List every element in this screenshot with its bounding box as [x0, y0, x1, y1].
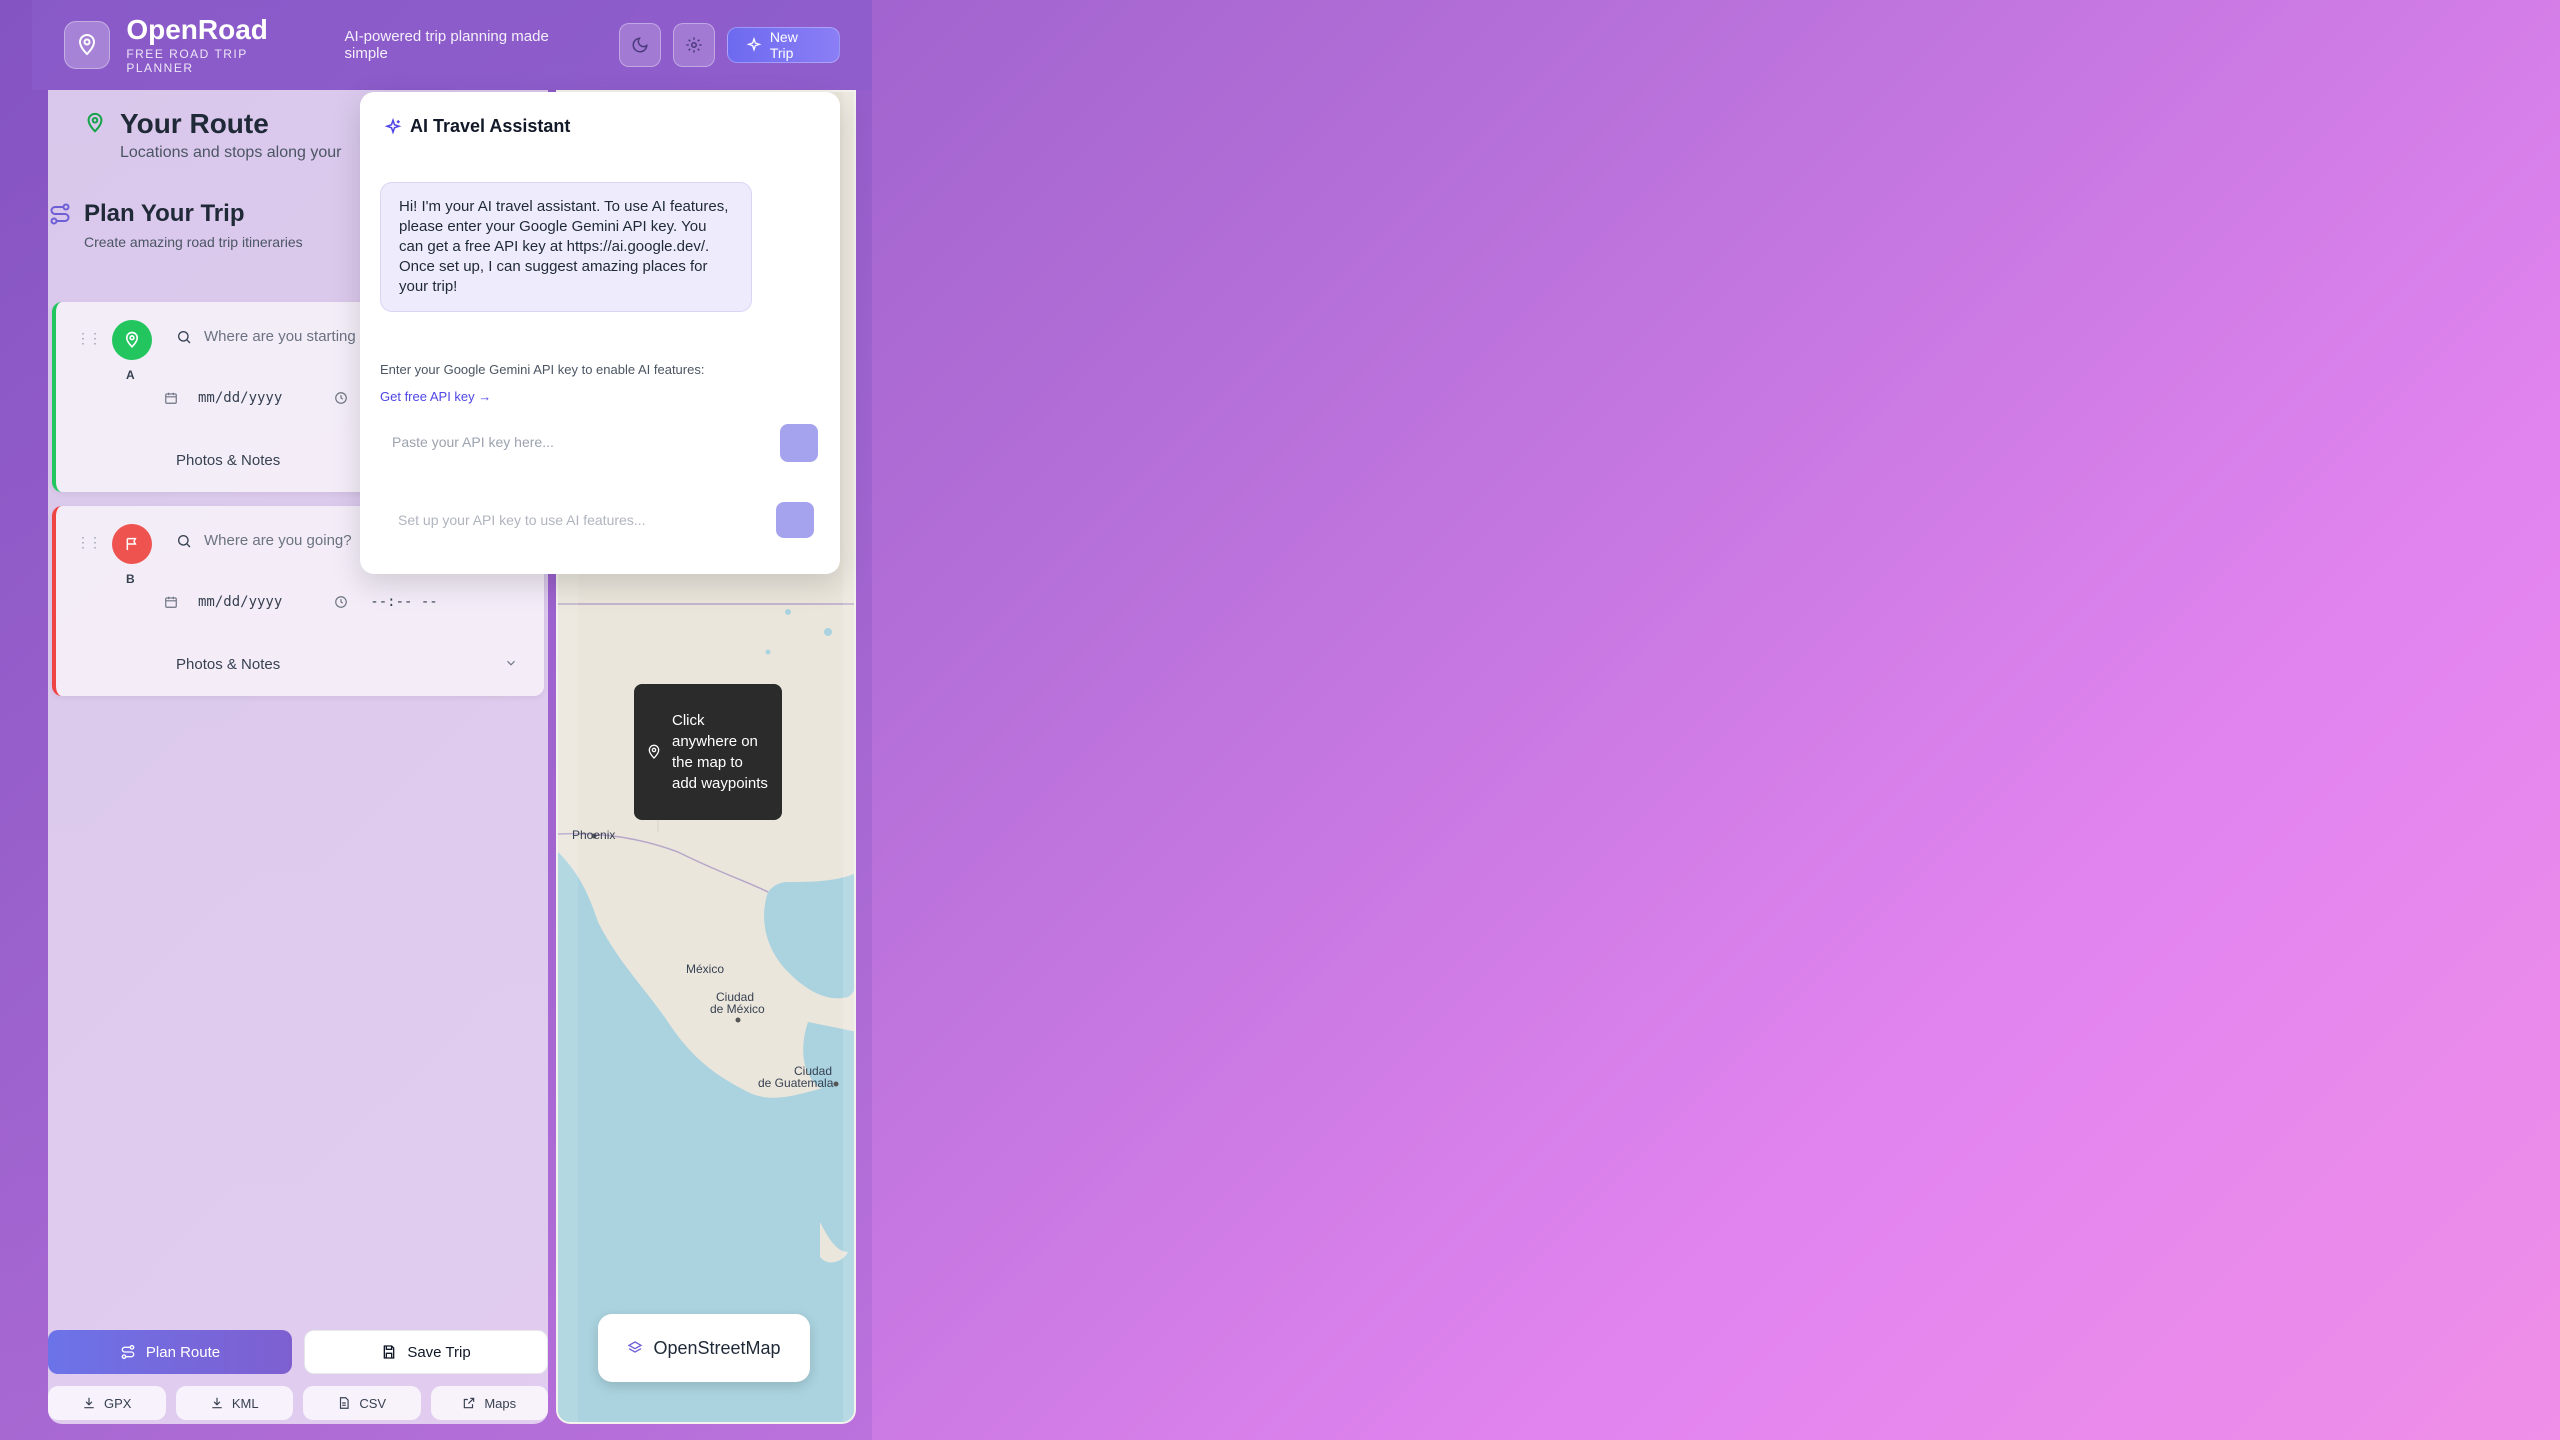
app-frame: OpenRoad FREE ROAD TRIP PLANNER AI-power…	[0, 0, 872, 1440]
export-gpx-button[interactable]: GPX	[48, 1386, 166, 1420]
search-placeholder: Where are you starting f	[204, 328, 365, 345]
clock-icon	[334, 391, 348, 405]
plan-route-button[interactable]: Plan Route	[48, 1330, 292, 1374]
time-value[interactable]: --:-- --	[370, 594, 437, 610]
stop-search-input[interactable]: Where are you starting f	[176, 328, 364, 345]
moon-icon	[631, 36, 649, 54]
plan-subtitle: Create amazing road trip itineraries	[84, 234, 303, 250]
send-message-button[interactable]	[776, 502, 814, 538]
route-icon	[48, 202, 72, 226]
header-actions: New Trip	[619, 23, 840, 67]
map-label-ciudad-guatemala-2: de Guatemala	[758, 1076, 834, 1090]
map-label-ciudad-mexico-2: de México	[710, 1002, 765, 1016]
route-subtitle: Locations and stops along your	[120, 144, 342, 161]
export-row: GPX KML CSV Maps	[48, 1386, 548, 1420]
route-icon	[120, 1344, 136, 1360]
api-key-prompt: Enter your Google Gemini API key to enab…	[380, 362, 705, 377]
ai-panel-title: AI Travel Assistant	[410, 116, 571, 136]
logo[interactable]	[64, 21, 111, 69]
calendar-icon	[164, 595, 178, 609]
save-icon	[381, 1344, 397, 1360]
api-key-input[interactable]	[380, 422, 816, 462]
plan-route-label: Plan Route	[145, 1343, 221, 1361]
photos-notes-toggle[interactable]: Photos & Notes	[176, 452, 280, 469]
export-kml-button[interactable]: KML	[175, 1386, 293, 1420]
map-label-mexico: México	[686, 962, 725, 976]
drag-handle-icon[interactable]: ⋮⋮	[76, 534, 102, 551]
export-label: KML	[231, 1395, 259, 1411]
export-label: CSV	[359, 1395, 387, 1411]
gear-icon	[685, 36, 703, 54]
search-icon	[176, 329, 192, 345]
clock-icon	[334, 595, 348, 609]
export-label: GPX	[104, 1395, 132, 1411]
date-value: mm/dd/yyyy	[198, 594, 283, 610]
date-input[interactable]: mm/dd/yyyy --:-- --	[164, 594, 438, 610]
date-value: mm/dd/yyyy	[198, 390, 283, 406]
plan-title: Plan Your Trip	[84, 200, 245, 227]
route-title: Your Route	[120, 108, 269, 139]
chevron-down-icon[interactable]	[504, 656, 518, 670]
route-pin-icon	[84, 112, 106, 134]
search-placeholder: Where are you going?	[204, 532, 352, 549]
date-input[interactable]: mm/dd/yyyy	[164, 390, 348, 406]
save-trip-button[interactable]: Save Trip	[304, 1330, 548, 1374]
map-hint-tooltip: Click anywhere on the map to add waypoin…	[634, 684, 782, 820]
new-trip-label: New Trip	[769, 29, 798, 61]
ai-chat-input[interactable]	[380, 500, 760, 540]
save-trip-label: Save Trip	[407, 1343, 471, 1361]
calendar-icon	[164, 391, 178, 405]
download-icon	[210, 1396, 224, 1410]
save-api-key-button[interactable]	[780, 424, 818, 462]
map-pin-icon	[646, 744, 662, 760]
photos-notes-toggle[interactable]: Photos & Notes	[176, 656, 280, 673]
ai-message-bubble: Hi! I'm your AI travel assistant. To use…	[380, 182, 752, 312]
export-label: Maps	[484, 1395, 517, 1411]
settings-button[interactable]	[672, 23, 715, 67]
download-icon	[82, 1396, 96, 1410]
brand-name: OpenRoad	[126, 14, 268, 45]
map-label-phoenix: Phoenix	[572, 828, 616, 842]
open-in-maps-button[interactable]: Maps	[430, 1386, 548, 1420]
stop-letter: A	[126, 368, 135, 382]
app-header: OpenRoad FREE ROAD TRIP PLANNER AI-power…	[32, 0, 872, 90]
get-api-key-link[interactable]: Get free API key →	[380, 389, 491, 404]
sparkles-icon	[384, 118, 402, 136]
sparkles-icon	[746, 37, 762, 53]
map-pin-icon	[75, 33, 99, 57]
external-link-icon	[462, 1396, 476, 1410]
start-pin-icon	[112, 320, 152, 360]
search-icon	[176, 533, 192, 549]
drag-handle-icon[interactable]: ⋮⋮	[76, 330, 102, 347]
ai-assistant-panel: AI Travel Assistant Hi! I'm your AI trav…	[360, 92, 840, 574]
stop-search-input[interactable]: Where are you going?	[176, 532, 352, 549]
tooltip-text: Click anywhere on the map to add waypoin…	[672, 712, 768, 792]
layers-icon	[627, 1340, 643, 1356]
export-csv-button[interactable]: CSV	[303, 1386, 421, 1420]
file-icon	[337, 1396, 351, 1410]
brand: OpenRoad FREE ROAD TRIP PLANNER	[126, 14, 312, 76]
new-trip-button[interactable]: New Trip	[726, 27, 840, 63]
dark-mode-button[interactable]	[619, 23, 661, 67]
map-layer-button[interactable]: OpenStreetMap	[598, 1314, 810, 1382]
flag-icon	[112, 524, 152, 564]
stop-letter: B	[126, 572, 135, 586]
map-provider-label: OpenStreetMap	[653, 1337, 781, 1358]
tagline: AI-powered trip planning made simple	[344, 28, 549, 62]
action-row: Plan Route Save Trip	[48, 1330, 548, 1374]
brand-subtitle: FREE ROAD TRIP PLANNER	[126, 47, 248, 75]
